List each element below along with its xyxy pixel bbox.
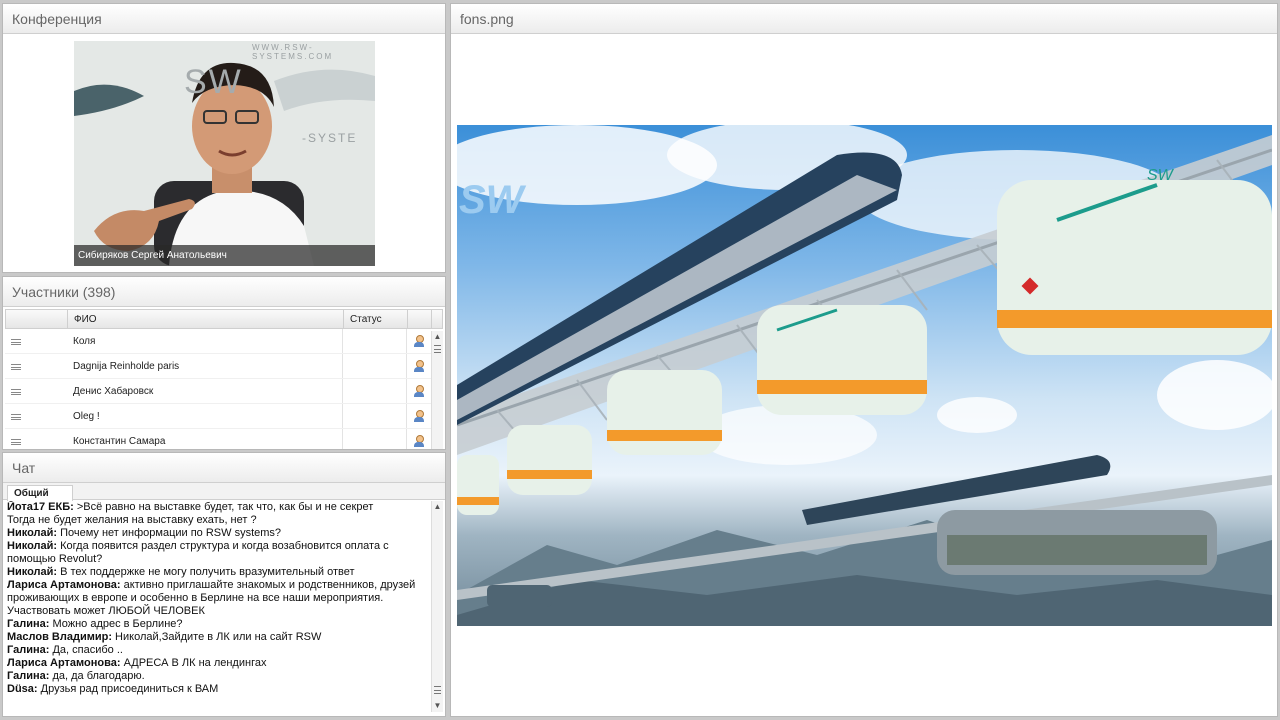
chat-title: Чат (3, 453, 445, 483)
banner-logo-text: SW (184, 63, 243, 101)
chat-message: Николай: Почему нет информации по RSW sy… (7, 527, 282, 539)
table-row[interactable]: Dagnija Reinholde paris (5, 354, 443, 379)
table-row[interactable]: Коля (5, 329, 443, 354)
scroll-up-icon[interactable]: ▲ (432, 501, 443, 513)
banner-url-text: WWW.RSW-SYSTEMS.COM (252, 43, 334, 61)
participant-name: Константин Самара (67, 429, 343, 449)
chat-message: Галина: да, да благодарю. (7, 670, 145, 682)
speaker-video[interactable]: WWW.RSW-SYSTEMS.COM SW -SYSTE Сибиряков … (74, 41, 375, 266)
drag-handle-icon[interactable] (11, 439, 21, 445)
participant-name: Oleg ! (67, 404, 343, 428)
chat-message: Йота17 ЕКБ: >Всё равно на выставке будет… (7, 501, 374, 513)
chat-panel: Чат Общий Йота17 ЕКБ: >Всё равно на выст… (2, 452, 446, 717)
drag-handle-icon[interactable] (11, 414, 21, 420)
table-row[interactable]: Денис Хабаровск (5, 379, 443, 404)
chat-message: Düsa: Друзья рад присоединиться к ВАМ (7, 683, 219, 695)
scroll-down-icon[interactable]: ▼ (432, 700, 443, 712)
user-icon (414, 335, 424, 347)
chat-tabbar: Общий (3, 483, 445, 501)
chat-scrollbar[interactable]: ▲ ▼ (431, 501, 443, 712)
user-icon (414, 360, 424, 372)
scroll-thumb[interactable] (432, 684, 443, 696)
speaker-name-caption: Сибиряков Сергей Анатольевич (74, 245, 375, 266)
presentation-title: fons.png (451, 4, 1277, 34)
participants-title: Участники (398) (3, 277, 445, 307)
chat-message: Маслов Владимир: Николай,Зайдите в ЛК ил… (7, 631, 322, 643)
banner-sub-text: -SYSTE (302, 131, 358, 145)
participants-panel: Участники (398) ФИО Статус Коля Dagnija … (2, 276, 446, 450)
participant-name: Денис Хабаровск (67, 379, 343, 403)
chat-message: Галина: Можно адрес в Берлине? (7, 618, 183, 630)
user-icon (414, 385, 424, 397)
column-header-name[interactable]: ФИО (68, 310, 344, 328)
drag-handle-icon[interactable] (11, 364, 21, 370)
svg-text:SW: SW (1147, 167, 1175, 184)
participant-name: Коля (67, 329, 343, 353)
chat-message: Лариса Артамонова: АДРЕСА В ЛК на лендин… (7, 657, 267, 669)
chat-message: Лариса Артамонова: активно приглашайте з… (7, 579, 416, 617)
conference-panel: Конференция WWW.RSW-SYSTEMS.COM SW -SYST… (2, 3, 446, 273)
scroll-thumb[interactable] (434, 345, 441, 353)
tab-general[interactable]: Общий (7, 485, 73, 501)
scroll-up-icon[interactable]: ▲ (432, 331, 443, 343)
table-row[interactable]: Константин Самара (5, 429, 443, 449)
drag-handle-icon[interactable] (11, 339, 21, 345)
slide-logo: SW (459, 178, 527, 222)
participants-table-header: ФИО Статус (5, 309, 443, 329)
presentation-slide: SW SW (457, 125, 1272, 626)
chat-messages: Йота17 ЕКБ: >Всё равно на выставке будет… (7, 501, 427, 712)
column-header-icon (408, 310, 432, 328)
chat-message: Николай: Когда появится раздел структура… (7, 540, 389, 565)
drag-handle-icon[interactable] (11, 389, 21, 395)
skyway-illustration: SW SW (457, 125, 1272, 626)
participant-name: Dagnija Reinholde paris (67, 354, 343, 378)
user-icon (414, 435, 424, 447)
user-icon (414, 410, 424, 422)
chat-message: Николай: В тех поддержке не могу получит… (7, 566, 355, 578)
chat-message: Галина: Да, спасибо .. (7, 644, 123, 656)
participants-table: ФИО Статус Коля Dagnija Reinholde paris … (5, 309, 443, 449)
column-header-status[interactable]: Статус (344, 310, 408, 328)
column-header-drag[interactable] (6, 310, 68, 328)
cabin: SW (997, 167, 1272, 355)
table-row[interactable]: Oleg ! (5, 404, 443, 429)
conference-title: Конференция (3, 4, 445, 34)
chat-message: Тогда не будет желания на выставку ехать… (7, 514, 257, 526)
participants-scrollbar[interactable]: ▲ (431, 331, 443, 449)
presentation-panel: fons.png SW SW (450, 3, 1278, 717)
